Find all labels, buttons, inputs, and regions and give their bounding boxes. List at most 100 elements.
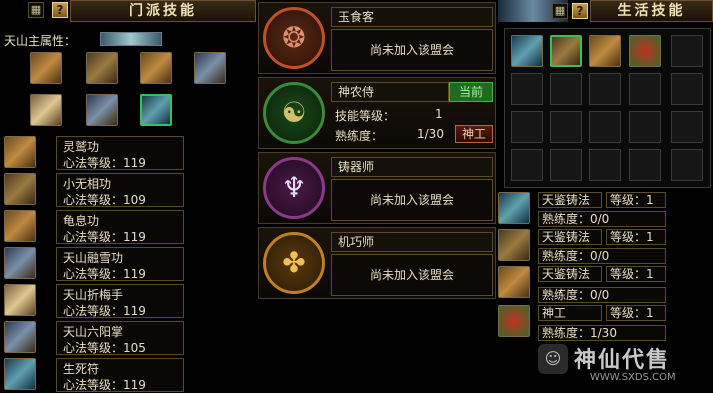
life-skill-proficiency: 熟练度：0/0: [538, 248, 666, 264]
skill-level: 心法等级：119: [63, 304, 146, 318]
life-skill-slot-icon[interactable]: [511, 35, 543, 67]
watermark-url: WWW.SXDS.COM: [590, 372, 676, 383]
skill-level: 心法等级：119: [63, 230, 146, 244]
empty-slot[interactable]: [629, 73, 661, 105]
skill-grid-icon[interactable]: [140, 52, 172, 84]
skill-name: 小无相功: [63, 177, 112, 191]
profession-status-box: 尚未加入该盟会: [331, 254, 493, 296]
watermark-logo-icon: ☺: [538, 344, 568, 374]
skill-row[interactable]: 天山折梅手 心法等级：119: [56, 284, 184, 318]
window-icon[interactable]: ▦: [552, 3, 568, 19]
profession-status: 尚未加入该盟会: [369, 193, 454, 207]
empty-slot[interactable]: [671, 73, 703, 105]
skill-level: 心法等级：109: [63, 193, 146, 207]
life-skill-icon[interactable]: [498, 266, 530, 298]
proficiency-label: 熟练度：: [335, 129, 384, 143]
skill-name: 灵鹫功: [63, 140, 100, 154]
window-icon[interactable]: ▦: [28, 2, 44, 18]
profession-panel-current[interactable]: ☯ 神农侍 当前 技能等级： 1 熟练度： 1/30 神工: [258, 77, 496, 149]
empty-slot[interactable]: [629, 111, 661, 143]
yinyang-medal-icon: ☯: [263, 82, 325, 144]
sect-skill-panel: ▦ ? 门派技能 天山主属性： 灵鹫功 心法等级：119 小无相功 心法等级：1…: [0, 0, 256, 393]
profession-status-box: 尚未加入该盟会: [331, 29, 493, 71]
life-skill-icon[interactable]: [498, 192, 530, 224]
life-skill-grid: [504, 28, 711, 188]
empty-slot[interactable]: [550, 73, 582, 105]
skill-level: 心法等级：119: [63, 378, 146, 392]
skill-icon[interactable]: [4, 247, 36, 279]
life-skill-slot-icon[interactable]: [629, 35, 661, 67]
skill-row[interactable]: 天山六阳掌 心法等级：105: [56, 321, 184, 355]
empty-slot[interactable]: [589, 111, 621, 143]
empty-slot[interactable]: [511, 149, 543, 181]
life-skill-name: 天鉴铸法: [538, 229, 602, 245]
skill-grid-icon[interactable]: [194, 52, 226, 84]
empty-slot[interactable]: [671, 149, 703, 181]
skill-level-label: 技能等级：: [335, 109, 396, 123]
skill-row[interactable]: 生死符 心法等级：119: [56, 358, 184, 392]
skill-icon[interactable]: [4, 321, 36, 353]
life-skill-icon[interactable]: [498, 305, 530, 337]
skill-icon[interactable]: [4, 136, 36, 168]
skill-row[interactable]: 灵鹫功 心法等级：119: [56, 136, 184, 170]
skill-grid-icon[interactable]: [86, 94, 118, 126]
profession-name: 铸器师: [331, 157, 493, 177]
empty-slot[interactable]: [511, 111, 543, 143]
sect-panel-title: 门派技能: [70, 0, 256, 22]
life-skill-panel: ▦ ? 生活技能 天鉴铸法 等级：1 熟练度：0/0 天鉴铸法 等级：1 熟练度…: [498, 0, 713, 393]
profession-panel[interactable]: ✤ 机巧师 尚未加入该盟会: [258, 227, 496, 299]
main-attr-icon: [100, 32, 162, 46]
empty-slot[interactable]: [550, 111, 582, 143]
empty-slot[interactable]: [629, 149, 661, 181]
life-panel-title: 生活技能: [590, 0, 713, 22]
skill-icon[interactable]: [4, 210, 36, 242]
empty-slot[interactable]: [589, 73, 621, 105]
skill-grid-icon[interactable]: [86, 52, 118, 84]
empty-slot[interactable]: [589, 149, 621, 181]
skill-level: 心法等级：105: [63, 341, 146, 355]
life-skill-level: 等级：1: [606, 229, 666, 245]
profession-panel[interactable]: ♆ 铸器师 尚未加入该盟会: [258, 152, 496, 224]
skill-row[interactable]: 小无相功 心法等级：109: [56, 173, 184, 207]
skill-level: 心法等级：119: [63, 156, 146, 170]
skill-grid-icon[interactable]: [30, 94, 62, 126]
help-button[interactable]: ?: [572, 3, 588, 19]
profession-name: 玉食客: [331, 7, 493, 27]
life-skill-proficiency: 熟练度：1/30: [538, 325, 666, 341]
life-skill-slot-icon[interactable]: [550, 35, 582, 67]
life-skill-proficiency: 熟练度：0/0: [538, 211, 666, 227]
skill-row[interactable]: 天山融雪功 心法等级：119: [56, 247, 184, 281]
help-button[interactable]: ?: [52, 2, 68, 18]
life-skill-level: 等级：1: [606, 305, 666, 321]
skill-row[interactable]: 龟息功 心法等级：119: [56, 210, 184, 244]
life-skill-level: 等级：1: [606, 192, 666, 208]
profession-panel[interactable]: ❂ 玉食客 尚未加入该盟会: [258, 2, 496, 74]
empty-slot[interactable]: [671, 35, 703, 67]
skill-grid-icon-selected[interactable]: [140, 94, 172, 126]
proficiency-value: 1/30: [417, 127, 444, 141]
skill-grid-icon[interactable]: [30, 52, 62, 84]
life-skill-name: 神工: [538, 305, 602, 321]
skill-name: 龟息功: [63, 214, 100, 228]
life-skill-level: 等级：1: [606, 266, 666, 282]
current-tag: 当前: [449, 82, 493, 102]
skill-name: 天山折梅手: [63, 288, 124, 302]
skill-level-value: 1: [435, 107, 443, 121]
empty-slot[interactable]: [671, 111, 703, 143]
skill-name: 天山六阳掌: [63, 325, 124, 339]
dragon-medal-icon: ❂: [263, 7, 325, 69]
watermark-text: 神仙代售: [574, 348, 671, 373]
life-skill-slot-icon[interactable]: [589, 35, 621, 67]
profession-status: 尚未加入该盟会: [369, 43, 454, 57]
skill-level: 心法等级：119: [63, 267, 146, 281]
empty-slot[interactable]: [511, 73, 543, 105]
life-skill-name: 天鉴铸法: [538, 266, 602, 282]
gear-medal-icon: ✤: [263, 232, 325, 294]
shengong-button[interactable]: 神工: [455, 125, 493, 143]
skill-icon[interactable]: [4, 173, 36, 205]
skill-name: 天山融雪功: [63, 251, 124, 265]
life-skill-icon[interactable]: [498, 229, 530, 261]
empty-slot[interactable]: [550, 149, 582, 181]
skill-icon[interactable]: [4, 284, 36, 316]
skill-icon[interactable]: [4, 358, 36, 390]
